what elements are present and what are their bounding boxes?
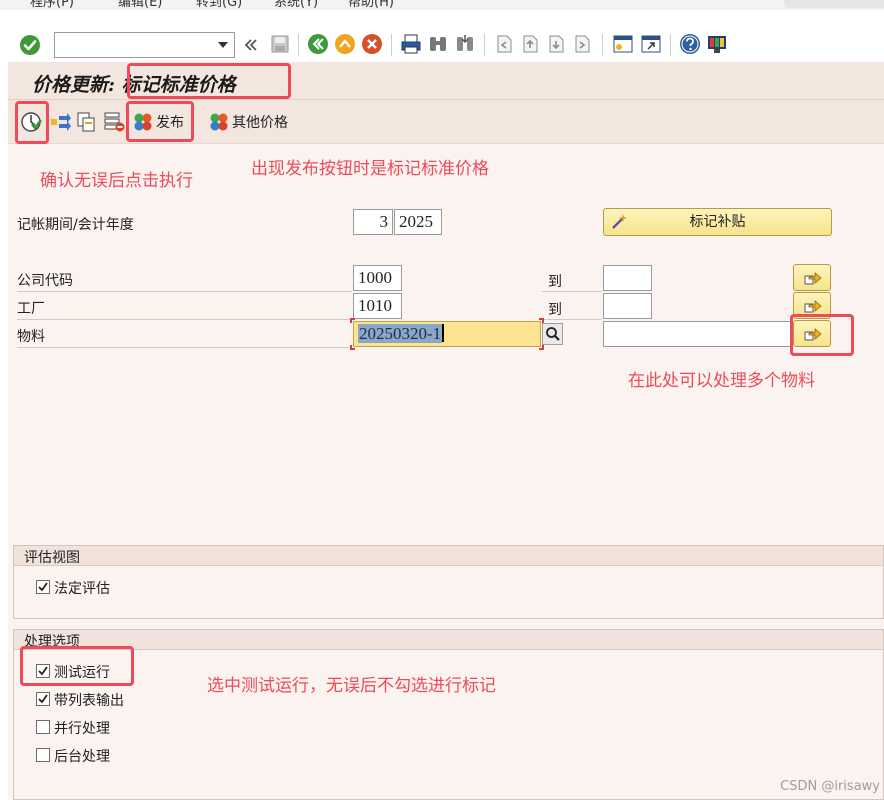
annotation-execute: 确认无误后点击执行	[40, 171, 193, 191]
valuation-view-header: 评估视图	[14, 546, 883, 566]
magic-wand-icon	[612, 214, 627, 229]
parallel-processing-label: 并行处理	[54, 721, 110, 737]
shortcut-icon[interactable]	[640, 33, 662, 55]
statutory-valuation-checkbox[interactable]	[36, 580, 50, 594]
next-page-icon[interactable]	[546, 33, 566, 55]
multiple-selection-arrow-icon	[804, 300, 822, 313]
row-underline	[17, 319, 352, 320]
command-field[interactable]	[54, 32, 235, 58]
period-input[interactable]: 3	[353, 209, 393, 235]
material-search-help-button[interactable]	[542, 323, 563, 345]
cancel-icon[interactable]	[361, 33, 383, 55]
row-underline	[542, 319, 602, 320]
search-icon	[546, 327, 560, 341]
company-code-multiple-button[interactable]	[793, 264, 831, 291]
list-output-label: 带列表输出	[54, 693, 124, 709]
annotation-release: 出现发布按钮时是标记标准价格	[251, 159, 489, 179]
material-label: 物料	[17, 329, 45, 345]
material-multiple-highlight-box	[790, 314, 854, 356]
exit-icon[interactable]	[334, 33, 356, 55]
background-processing-checkbox[interactable]	[36, 748, 50, 762]
back-icon[interactable]	[307, 33, 329, 55]
annotation-multi-material: 在此处可以处理多个物料	[628, 371, 815, 391]
menu-item-program[interactable]: 程序(P)	[30, 0, 74, 10]
company-code-to-label: 到	[548, 274, 562, 290]
execute-highlight-box	[15, 101, 49, 144]
plant-to-label: 到	[548, 302, 562, 318]
year-input[interactable]: 2025	[394, 209, 442, 235]
mark-allowance-label: 标记补贴	[689, 214, 746, 230]
toolbar-separator	[391, 34, 392, 56]
checkmark-icon	[38, 694, 48, 704]
valuation-view-title: 评估视图	[24, 550, 80, 566]
new-session-icon[interactable]	[612, 33, 634, 55]
delete-rows-icon[interactable]	[103, 111, 125, 133]
material-to-input[interactable]	[603, 321, 791, 347]
title-highlight-box	[127, 63, 291, 99]
print-icon[interactable]	[400, 33, 422, 55]
chevron-down-icon[interactable]	[218, 42, 228, 48]
company-code-label: 公司代码	[17, 273, 73, 289]
period-label: 记帐期间/会计年度	[17, 217, 134, 233]
application-area: 价格更新: 标记标准价格 发布 其他价格 确认无误后点击执行 出现发布按钮时是标…	[8, 62, 884, 800]
help-icon[interactable]	[679, 33, 701, 55]
last-page-icon[interactable]	[572, 33, 592, 55]
customize-layout-icon[interactable]	[706, 33, 728, 55]
watermark: CSDN @irisawy	[780, 779, 880, 794]
parallel-processing-checkbox[interactable]	[36, 720, 50, 734]
plant-label: 工厂	[17, 301, 45, 317]
valuation-view-group: 评估视图 法定评估	[13, 545, 884, 619]
test-run-highlight-box	[20, 646, 134, 686]
processing-options-header: 处理选项	[14, 630, 883, 650]
menu-item-edit[interactable]: 编辑(E)	[118, 0, 162, 10]
copy-icon[interactable]	[76, 111, 96, 133]
list-output-checkbox[interactable]	[36, 692, 50, 706]
row-underline	[17, 291, 352, 292]
statutory-valuation-label: 法定评估	[54, 581, 110, 597]
save-icon[interactable]	[270, 34, 290, 54]
menu-item-goto[interactable]: 转到(G)	[196, 0, 242, 10]
flow-arrows-icon[interactable]	[49, 112, 71, 132]
company-code-to-input[interactable]	[603, 265, 652, 291]
first-page-icon[interactable]	[494, 33, 514, 55]
plant-to-input[interactable]	[603, 293, 652, 319]
menu-item-help[interactable]: 帮助(H)	[348, 0, 394, 10]
processing-options-group: 处理选项 测试运行 带列表输出 并行处理 后台处理	[13, 629, 884, 800]
multiple-selection-arrow-icon	[804, 272, 822, 285]
other-prices-button[interactable]: 其他价格	[232, 112, 288, 132]
release-highlight-box	[126, 101, 194, 142]
toolbar-separator	[484, 34, 485, 56]
other-prices-icon[interactable]	[208, 111, 230, 133]
row-underline	[542, 291, 602, 292]
toolbar-separator	[298, 34, 299, 56]
enter-check-icon[interactable]	[19, 34, 41, 56]
system-toolbar	[0, 10, 884, 62]
previous-page-icon[interactable]	[520, 33, 540, 55]
company-code-input[interactable]: 1000	[353, 265, 402, 291]
double-chevron-left-icon[interactable]	[244, 38, 258, 52]
find-next-icon[interactable]	[454, 33, 476, 55]
background-processing-label: 后台处理	[54, 749, 110, 765]
menu-grip: —	[2, 0, 15, 6]
mark-allowance-button[interactable]: 标记补贴	[603, 208, 832, 236]
focus-frame	[350, 318, 544, 350]
checkmark-icon	[38, 582, 48, 592]
menu-bar: — 程序(P) 编辑(E) 转到(G) 系统(Y) 帮助(H)	[0, 0, 884, 10]
menu-item-system[interactable]: 系统(Y)	[274, 0, 318, 10]
plant-input[interactable]: 1010	[353, 293, 402, 319]
annotation-test-run: 选中测试运行，无误后不勾选进行标记	[207, 676, 496, 696]
row-underline	[17, 347, 352, 348]
toolbar-separator	[602, 34, 603, 56]
window-corner	[784, 0, 884, 8]
find-icon[interactable]	[427, 33, 449, 55]
toolbar-separator	[670, 34, 671, 56]
